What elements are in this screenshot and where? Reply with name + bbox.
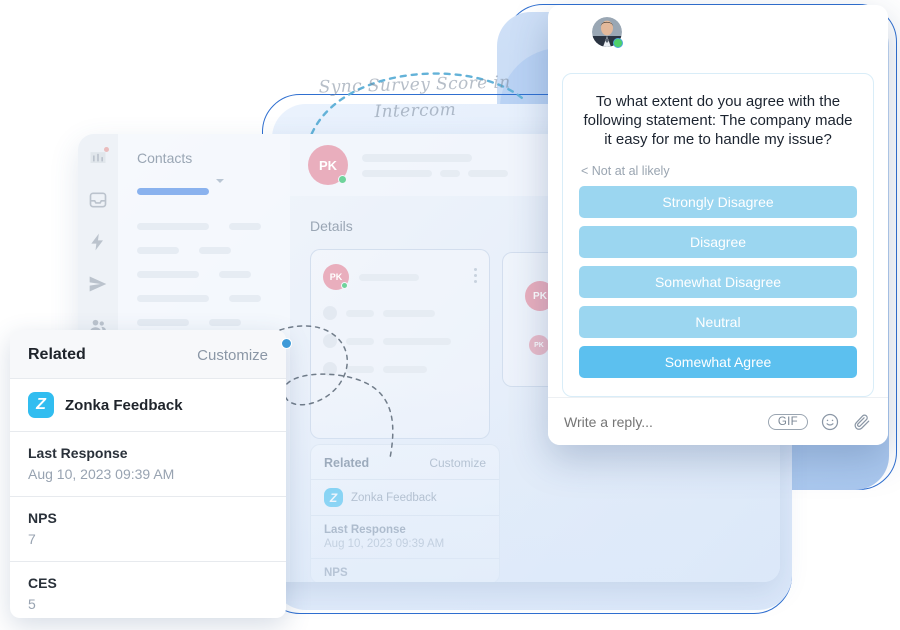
row-value: 5 <box>28 596 36 612</box>
avatar-initials: PK <box>329 272 343 282</box>
inbox-icon[interactable] <box>88 190 108 210</box>
agent-name-placeholder <box>634 22 720 42</box>
zonka-logo-letter: Z <box>329 490 338 505</box>
avatar-initials: PK <box>318 157 338 173</box>
customize-link[interactable]: Customize <box>429 456 486 470</box>
related-card-title: Related <box>28 346 86 363</box>
scale-hint-label: < Not at al likely <box>581 164 670 178</box>
row-label: NPS <box>324 567 348 579</box>
survey-option-disagree[interactable]: Disagree <box>579 226 857 258</box>
agent-avatar[interactable] <box>592 17 623 48</box>
avatar: PK <box>308 145 348 185</box>
row-label: Last Response <box>28 445 128 461</box>
survey-option-strongly-disagree[interactable]: Strongly Disagree <box>579 186 857 218</box>
list-item <box>137 271 290 278</box>
related-card-anchor-dot <box>281 338 292 349</box>
chat-body: To what extent do you agree with the fol… <box>548 59 888 397</box>
smiley-icon[interactable] <box>820 412 840 432</box>
list-item <box>137 247 290 254</box>
table-row: CES 5 <box>10 561 286 618</box>
list-item <box>137 319 290 326</box>
chat-widget: To what extent do you agree with the fol… <box>548 5 888 445</box>
details-card: PK <box>310 249 490 439</box>
chat-header <box>548 5 888 59</box>
online-status-dot <box>613 38 623 48</box>
chevron-down-icon[interactable] <box>216 178 224 183</box>
list-item <box>137 295 290 302</box>
paperclip-icon[interactable] <box>852 412 872 432</box>
online-status-dot <box>338 175 347 184</box>
contacts-filter-bar[interactable] <box>137 188 209 195</box>
row-label: Last Response <box>324 524 406 536</box>
screenshot-root: Sync Survey Score in Intercom Contacts P… <box>0 0 900 630</box>
table-row: Last Response Aug 10, 2023 09:39 AM <box>10 431 286 496</box>
avatar: PK <box>323 264 349 290</box>
send-message-icon[interactable] <box>88 274 108 294</box>
zonka-logo-icon: Z <box>324 488 343 507</box>
row-label: NPS <box>28 510 57 526</box>
related-ghost-brand-row: Z Zonka Feedback <box>311 479 499 515</box>
back-chevron-icon[interactable] <box>565 23 583 41</box>
zonka-logo-icon: Z <box>28 392 54 418</box>
related-ghost-title: Related <box>324 456 370 470</box>
avatar-initials: PK <box>534 341 544 349</box>
contacts-title: Contacts <box>137 150 193 166</box>
reply-input[interactable] <box>564 413 756 430</box>
related-ghost-header: Related Customize <box>311 445 499 479</box>
list-item <box>137 223 290 230</box>
avatar: PK <box>529 335 549 355</box>
online-status-dot <box>341 282 348 289</box>
automation-bolt-icon[interactable] <box>88 232 108 252</box>
related-ghost-brand-name: Zonka Feedback <box>351 491 437 504</box>
survey-option-neutral[interactable]: Neutral <box>579 306 857 338</box>
survey-question-card: To what extent do you agree with the fol… <box>562 73 874 397</box>
row-label: CES <box>28 575 57 591</box>
related-card: Related Customize Z Zonka Feedback Last … <box>10 330 286 618</box>
related-ghost-row: NPS <box>311 558 499 582</box>
customize-link[interactable]: Customize <box>197 347 268 364</box>
chat-footer: GIF <box>548 397 888 445</box>
related-ghost-row: Last Response Aug 10, 2023 09:39 AM <box>311 515 499 558</box>
row-value: 7 <box>28 531 36 547</box>
survey-question-text: To what extent do you agree with the fol… <box>583 93 853 148</box>
row-value: Aug 10, 2023 09:39 AM <box>324 538 445 550</box>
more-options-icon[interactable] <box>474 268 477 286</box>
reports-icon[interactable] <box>88 147 109 168</box>
gif-button[interactable]: GIF <box>767 413 808 430</box>
related-card-header: Related Customize <box>10 330 286 378</box>
zonka-logo-letter: Z <box>36 396 46 413</box>
caption-text: Sync Survey Score in Intercom <box>299 69 530 127</box>
related-card-background: Related Customize Z Zonka Feedback Last … <box>310 444 500 582</box>
related-card-brand-name: Zonka Feedback <box>65 396 183 414</box>
survey-option-somewhat-disagree[interactable]: Somewhat Disagree <box>579 266 857 298</box>
related-card-brand-row[interactable]: Z Zonka Feedback <box>10 378 286 431</box>
notification-badge-dot <box>104 147 109 152</box>
survey-option-somewhat-agree[interactable]: Somewhat Agree <box>579 346 857 378</box>
row-value: Aug 10, 2023 09:39 AM <box>28 466 175 482</box>
table-row: NPS 7 <box>10 496 286 561</box>
avatar-initials: PK <box>533 290 547 302</box>
